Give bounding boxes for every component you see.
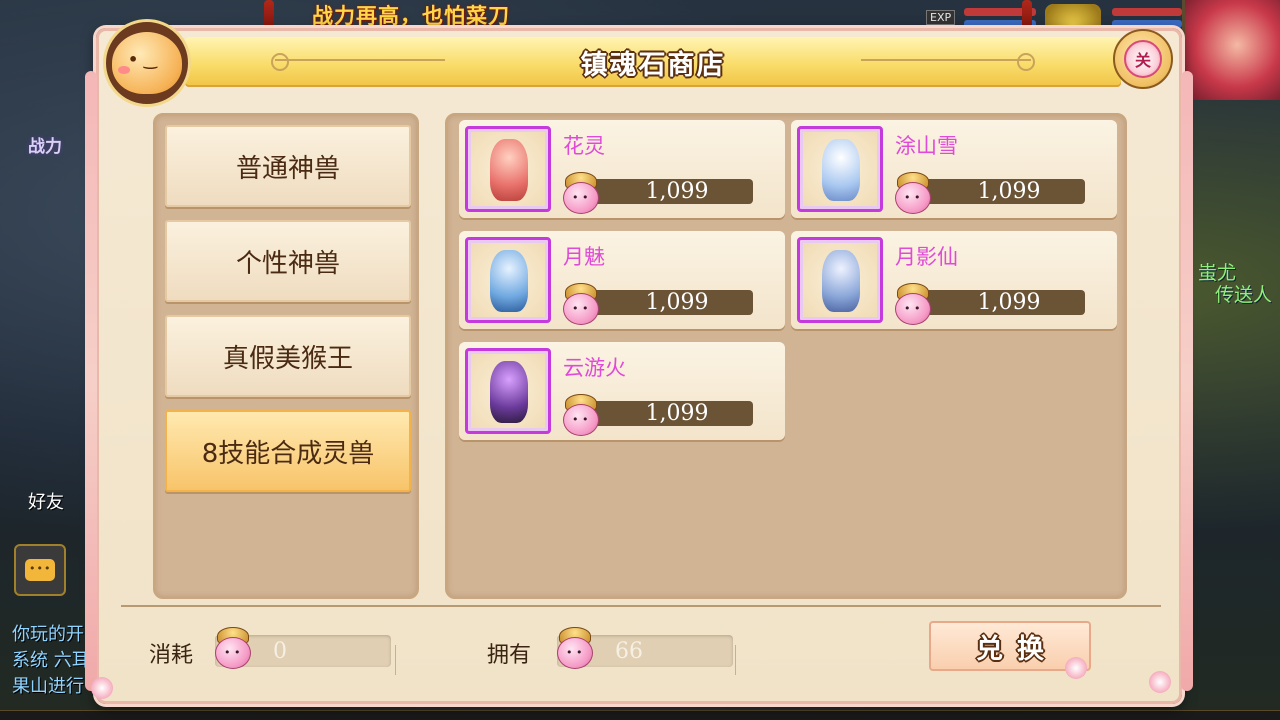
price-bar: 1,099	[581, 179, 753, 204]
soul-stone-currency-icon	[559, 283, 603, 325]
flower-decoration-icon	[1149, 671, 1171, 693]
category-panel: 普通神兽 个性神兽 真假美猴王 8技能合成灵兽	[153, 113, 419, 599]
price-bar: 1,099	[581, 401, 753, 426]
cost-label: 消耗	[149, 643, 194, 668]
item-name: 花灵	[563, 134, 605, 158]
pet-hp-bar	[1112, 8, 1182, 16]
soul-stone-currency-icon	[553, 627, 597, 669]
price-bar: 1,099	[913, 179, 1085, 204]
chat-line: 你玩的开	[12, 624, 84, 645]
pet-thumbnail	[465, 126, 551, 212]
shop-dialog: 镇魂石商店 关 普通神兽 个性神兽 真假美猴王 8技能合成灵兽 花灵 1,099…	[85, 19, 1193, 704]
dialog-title: 镇魂石商店	[580, 49, 726, 81]
owned-label: 拥有	[487, 643, 532, 668]
item-name: 涂山雪	[895, 134, 958, 158]
scene-left-text: 战力	[28, 137, 62, 157]
chat-line: 系统 六耳	[12, 650, 90, 671]
mascot-avatar-icon	[103, 19, 191, 107]
soul-stone-currency-icon	[891, 283, 935, 325]
pet-thumbnail	[797, 237, 883, 323]
player-portrait[interactable]	[1182, 0, 1280, 100]
item-name: 云游火	[563, 356, 626, 380]
pet-thumbnail	[465, 348, 551, 434]
shop-item-card[interactable]: 月影仙 1,099	[791, 231, 1117, 329]
footer-divider	[121, 605, 1161, 607]
title-flourish-icon	[271, 53, 445, 71]
friend-label[interactable]: 好友	[28, 488, 64, 514]
shop-item-card[interactable]: 云游火 1,099	[459, 342, 785, 440]
pet-mp-bar	[1112, 20, 1182, 28]
shop-item-card[interactable]: 涂山雪 1,099	[791, 120, 1117, 218]
item-name: 月影仙	[895, 245, 958, 269]
category-tab-8-skill-beast[interactable]: 8技能合成灵兽	[165, 410, 411, 492]
title-bar: 镇魂石商店	[185, 37, 1121, 87]
item-grid-panel: 花灵 1,099 涂山雪 1,099 月魅 1,099 月影仙 1,0	[445, 113, 1127, 599]
pet-thumbnail	[797, 126, 883, 212]
pet-sprite-icon	[490, 250, 528, 312]
npc-label-teleporter: 传送人	[1214, 284, 1272, 306]
pet-sprite-icon	[822, 139, 860, 201]
price-bar: 1,099	[581, 290, 753, 315]
soul-stone-currency-icon	[891, 172, 935, 214]
flower-decoration-icon	[91, 677, 113, 699]
shop-item-card[interactable]: 月魅 1,099	[459, 231, 785, 329]
flower-decoration-icon	[1065, 657, 1087, 679]
exp-progress-bar	[0, 710, 1280, 720]
shop-item-card[interactable]: 花灵 1,099	[459, 120, 785, 218]
title-flourish-icon	[861, 53, 1035, 71]
close-icon: 关	[1124, 40, 1162, 78]
pet-sprite-icon	[490, 361, 528, 423]
soul-stone-currency-icon	[211, 627, 255, 669]
chat-line: 果山进行	[12, 676, 84, 697]
pet-sprite-icon	[490, 139, 528, 201]
price-bar: 1,099	[913, 290, 1085, 315]
category-tab-monkey-king[interactable]: 真假美猴王	[165, 315, 411, 397]
pet-sprite-icon	[822, 250, 860, 312]
close-button[interactable]: 关	[1113, 29, 1173, 89]
pet-thumbnail	[465, 237, 551, 323]
chat-button[interactable]	[14, 544, 66, 596]
category-tab-unique-beast[interactable]: 个性神兽	[165, 220, 411, 302]
scene-banner-text: 战力再高，也怕菜刀	[312, 4, 510, 28]
chat-bubble-icon	[25, 559, 55, 581]
exp-label: EXP	[926, 10, 956, 25]
soul-stone-currency-icon	[559, 172, 603, 214]
soul-stone-currency-icon	[559, 394, 603, 436]
item-name: 月魅	[563, 245, 605, 269]
category-tab-normal-beast[interactable]: 普通神兽	[165, 125, 411, 207]
